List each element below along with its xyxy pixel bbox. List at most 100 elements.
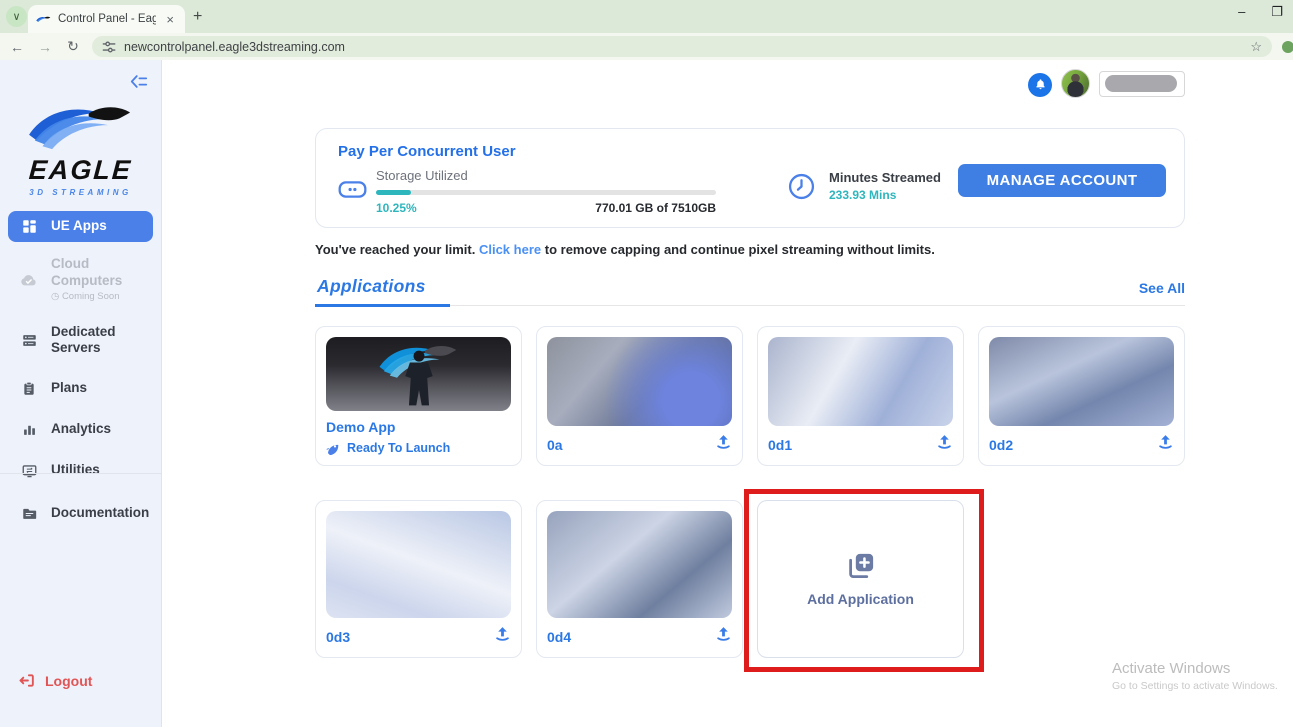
sidebar-collapse-icon[interactable] [130,74,148,94]
tab-search-chevron-icon[interactable]: ∨ [6,6,27,27]
clipboard-icon [20,381,38,396]
monitor-icon [20,463,38,478]
add-application-label: Add Application [807,591,914,607]
forward-button[interactable]: → [36,39,54,55]
applications-heading[interactable]: Applications [315,276,450,307]
url-text[interactable]: newcontrolpanel.eagle3dstreaming.com [124,40,1242,54]
sidebar-item-documentation[interactable]: Documentation [8,498,153,529]
sidebar-item-analytics[interactable]: Analytics [8,414,153,445]
sidebar-item-ue-apps[interactable]: UE Apps [8,211,153,242]
browser-profile-icon[interactable] [1282,40,1293,53]
applications-grid: Demo App Ready To Launch 0a 0d1 0d2 0d3 … [315,326,1185,672]
coming-soon-badge: ◷ Coming Soon [51,290,120,302]
eagle-logo: EAGLE 3D STREAMING [0,102,161,197]
cloud-icon [20,272,38,287]
app-card-0d3[interactable]: 0d3 [315,500,522,658]
logout-label: Logout [45,672,93,689]
bell-icon [1035,79,1045,90]
sidebar-item-dedicated-servers[interactable]: Dedicated Servers [8,317,148,365]
bookmark-star-icon[interactable]: ☆ [1250,39,1262,55]
sidebar-item-label: Cloud Computers [51,255,123,288]
browser-tabstrip: ∨ Control Panel - Eagle × + – ❐ [0,0,1293,33]
url-bar[interactable]: newcontrolpanel.eagle3dstreaming.com ☆ [92,36,1272,57]
notifications-button[interactable] [1028,72,1052,97]
app-status: Ready To Launch [347,441,451,455]
app-thumbnail [326,511,511,618]
add-application-card[interactable]: Add Application [757,500,964,658]
watermark-line2: Go to Settings to activate Windows. [1112,680,1278,692]
app-card-0a[interactable]: 0a [536,326,743,466]
clock-icon [788,173,815,199]
remove-capping-link[interactable]: Click here [479,242,541,257]
app-card-0d2[interactable]: 0d2 [978,326,1185,466]
server-icon [20,333,38,348]
browser-toolbar: ← → ↻ newcontrolpanel.eagle3dstreaming.c… [0,33,1293,60]
window-restore-button[interactable]: ❐ [1271,4,1283,20]
browser-tab[interactable]: Control Panel - Eagle × [28,5,185,33]
sidebar-item-utilities[interactable]: Utilities [8,455,153,486]
window-minimize-button[interactable]: – [1238,4,1245,20]
activate-windows-watermark: Activate Windows Go to Settings to activ… [1112,660,1278,692]
app-thumbnail [768,337,953,426]
back-button[interactable]: ← [8,39,26,55]
sidebar-item-label: Plans [51,380,88,396]
minutes-streamed-value: 233.93 Mins [829,188,897,202]
app-card-0d1[interactable]: 0d1 [757,326,964,466]
limit-notice-text-2: to remove capping and continue pixel str… [544,242,935,257]
rocket-icon [326,444,339,455]
sidebar-item-label: Analytics [51,421,112,437]
sidebar-item-label: Documentation [51,504,150,520]
sidebar-item-label: UE Apps [51,218,107,233]
redacted-username [1105,75,1177,92]
sidebar-item-plans[interactable]: Plans [8,373,153,404]
reload-button[interactable]: ↻ [64,38,82,55]
app-thumbnail [547,511,732,618]
eagle-swoosh-icon [28,107,130,150]
limit-notice: You've reached your limit. Click here to… [315,242,935,257]
app-name: 0d3 [326,628,351,645]
bar-chart-icon [20,422,38,437]
sidebar-item-label: Dedicated Servers [51,323,116,356]
sidebar-item-label: Utilities [51,462,100,477]
main-content: Pay Per Concurrent User Storage Utilized [162,60,1293,727]
see-all-link[interactable]: See All [1139,280,1185,305]
app-name: 0d2 [989,436,1014,453]
sidebar-item-cloud-computers: Cloud Computers ◷ Coming Soon [8,249,153,310]
app-thumbnail [547,337,732,426]
app-name: Demo App [326,419,396,435]
app-card-demo[interactable]: Demo App Ready To Launch [315,326,522,466]
upload-icon[interactable] [936,434,953,455]
app-name: 0a [547,436,563,453]
logout-icon [19,674,34,687]
upload-icon[interactable] [1157,434,1174,455]
app-thumbnail [989,337,1174,426]
character-silhouette [404,350,433,406]
tab-close-icon[interactable]: × [163,12,177,27]
sidebar-divider [0,473,161,474]
upload-icon[interactable] [715,626,732,647]
eagle-favicon-icon [36,16,51,22]
account-name-box[interactable] [1099,70,1185,97]
add-application-icon [848,553,873,578]
upload-icon[interactable] [494,626,511,647]
logo-title: EAGLE [27,155,134,185]
plan-title: Pay Per Concurrent User [338,143,516,160]
storage-progress-fill [376,190,411,195]
storage-label: Storage Utilized [376,168,468,183]
site-settings-tune-icon[interactable] [102,40,116,54]
grid-icon [20,219,38,234]
storage-progress-bar [376,190,716,195]
limit-notice-text: You've reached your limit. [315,242,476,257]
upload-icon[interactable] [715,434,732,455]
app-name: 0d4 [547,628,572,645]
storage-percent: 10.25% [376,201,417,215]
minutes-streamed-label: Minutes Streamed [829,170,941,185]
tab-title: Control Panel - Eagle [58,13,157,25]
app-card-0d4[interactable]: 0d4 [536,500,743,658]
storage-icon [338,180,367,215]
manage-account-button[interactable]: MANAGE ACCOUNT [958,164,1166,197]
user-avatar[interactable] [1061,69,1090,98]
logout-button[interactable]: Logout [18,672,92,689]
watermark-line1: Activate Windows [1112,660,1231,677]
new-tab-button[interactable]: + [193,8,202,26]
